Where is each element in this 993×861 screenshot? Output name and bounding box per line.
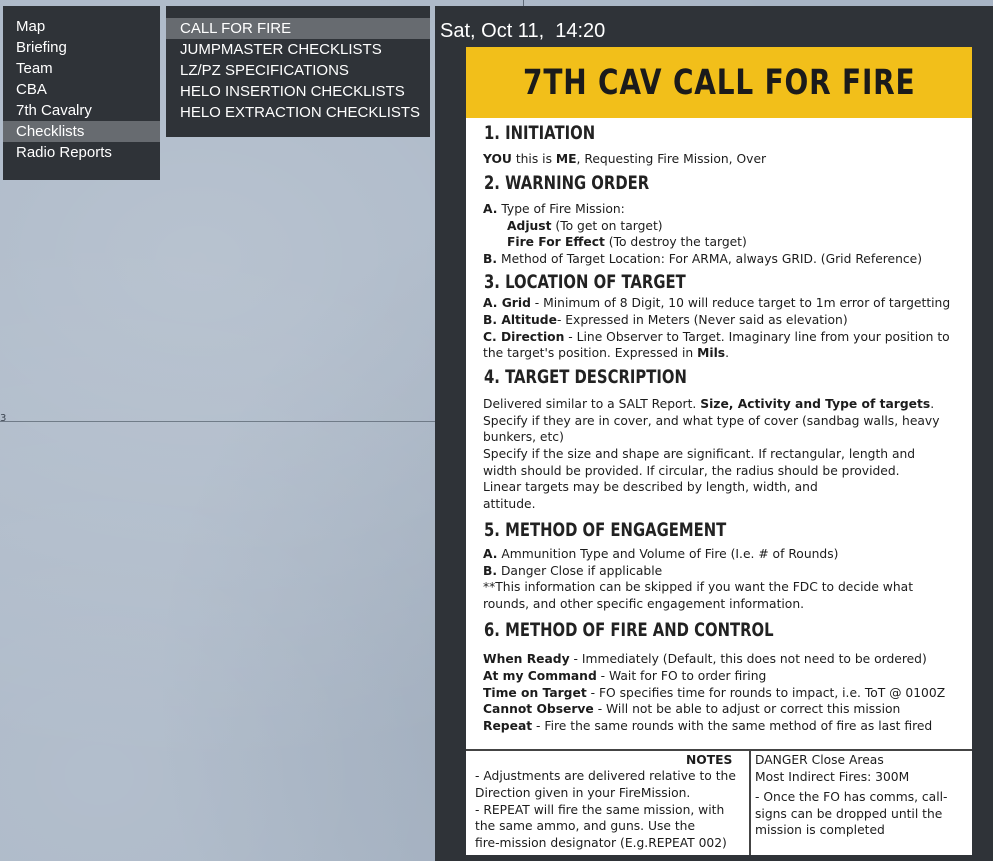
call-for-fire-card: 7TH CAV CALL FOR FIRE 1. INITIATION YOU … (466, 47, 972, 855)
section-line: A. Type of Fire Mission: (483, 202, 625, 216)
danger-line: - Once the FO has comms, call- (755, 790, 948, 804)
section-line: bunkers, etc) (483, 430, 564, 444)
submenu-item-helo-extraction-checklists[interactable]: HELO EXTRACTION CHECKLISTS (166, 102, 430, 123)
section-line: Cannot Observe - Will not be able to adj… (483, 702, 901, 716)
section-heading: 1. INITIATION (484, 122, 596, 144)
section-line: Linear targets may be described by lengt… (483, 480, 818, 494)
section-line: YOU this is ME, Requesting Fire Mission,… (483, 152, 767, 166)
section-line: rounds, and other specific engagement in… (483, 597, 805, 611)
section-line: A. Ammunition Type and Volume of Fire (I… (483, 547, 839, 561)
card-header: 7TH CAV CALL FOR FIRE (466, 47, 972, 118)
submenu-item-jumpmaster-checklists[interactable]: JUMPMASTER CHECKLISTS (166, 39, 430, 60)
section-line: width should be provided. If circular, t… (483, 464, 900, 478)
submenu-item-call-for-fire[interactable]: CALL FOR FIRE (166, 18, 430, 39)
section-line: B. Danger Close if applicable (483, 564, 663, 578)
notes-line: Direction given in your FireMission. (475, 786, 691, 800)
menu-item-radio-reports[interactable]: Radio Reports (3, 142, 160, 163)
section-line: Delivered similar to a SALT Report. Size… (483, 397, 935, 411)
checklists-submenu-panel: CALL FOR FIRE JUMPMASTER CHECKLISTS LZ/P… (166, 6, 430, 137)
section-line: A. Grid - Minimum of 8 Digit, 10 will re… (483, 296, 951, 310)
menu-item-7th-cavalry[interactable]: 7th Cavalry (3, 100, 160, 121)
notes-line: the same ammo, and guns. Use the (475, 819, 696, 833)
submenu-item-helo-insertion-checklists[interactable]: HELO INSERTION CHECKLISTS (166, 81, 430, 102)
section-heading: 6. METHOD OF FIRE AND CONTROL (484, 619, 774, 641)
section-line: At my Command - Wait for FO to order fir… (483, 669, 767, 683)
section-line: **This information can be skipped if you… (483, 580, 914, 594)
section-line: the target's position. Expressed in Mils… (483, 346, 730, 360)
main-menu-panel: Map Briefing Team CBA 7th Cavalry Checkl… (3, 6, 160, 180)
section-line: When Ready - Immediately (Default, this … (483, 652, 927, 666)
section-line: C. Direction - Line Observer to Target. … (483, 330, 950, 344)
notes-line: - Adjustments are delivered relative to … (475, 769, 736, 783)
notes-heading: NOTES (686, 753, 733, 767)
danger-line: DANGER Close Areas (755, 753, 884, 767)
notes-line: - REPEAT will fire the same mission, wit… (475, 803, 725, 817)
section-line: Specify if they are in cover, and what t… (483, 414, 940, 428)
danger-line: Most Indirect Fires: 300M (755, 770, 910, 784)
section-line: B. Altitude- Expressed in Meters (Never … (483, 313, 848, 327)
section-line: Time on Target - FO specifies time for r… (483, 686, 946, 700)
section-line: Specify if the size and shape are signif… (483, 447, 916, 461)
menu-item-cba[interactable]: CBA (3, 79, 160, 100)
section-line: Fire For Effect (To destroy the target) (507, 235, 747, 249)
menu-item-checklists[interactable]: Checklists (3, 121, 160, 142)
menu-item-briefing[interactable]: Briefing (3, 37, 160, 58)
section-heading: 2. WARNING ORDER (484, 172, 650, 194)
section-heading: 3. LOCATION OF TARGET (484, 271, 686, 293)
danger-line: signs can be dropped until the (755, 807, 943, 821)
section-heading: 4. TARGET DESCRIPTION (484, 366, 687, 388)
section-line: attitude. (483, 497, 536, 511)
notes-divider (749, 750, 751, 855)
notes-line: fire-mission designator (E.g.REPEAT 002) (475, 836, 727, 850)
section-line: B. Method of Target Location: For ARMA, … (483, 252, 923, 266)
danger-line: mission is completed (755, 823, 885, 837)
menu-item-team[interactable]: Team (3, 58, 160, 79)
section-line: Adjust (To get on target) (507, 219, 663, 233)
section-heading: 5. METHOD OF ENGAGEMENT (484, 519, 727, 541)
card-title: 7TH CAV CALL FOR FIRE (522, 62, 916, 103)
map-grid-label-left: 3 (0, 413, 7, 424)
menu-item-map[interactable]: Map (3, 16, 160, 37)
submenu-item-lz-pz-specifications[interactable]: LZ/PZ SPECIFICATIONS (166, 60, 430, 81)
section-line: Repeat - Fire the same rounds with the s… (483, 719, 933, 733)
date-time: Sat, Oct 11, 14:20 (440, 20, 606, 42)
